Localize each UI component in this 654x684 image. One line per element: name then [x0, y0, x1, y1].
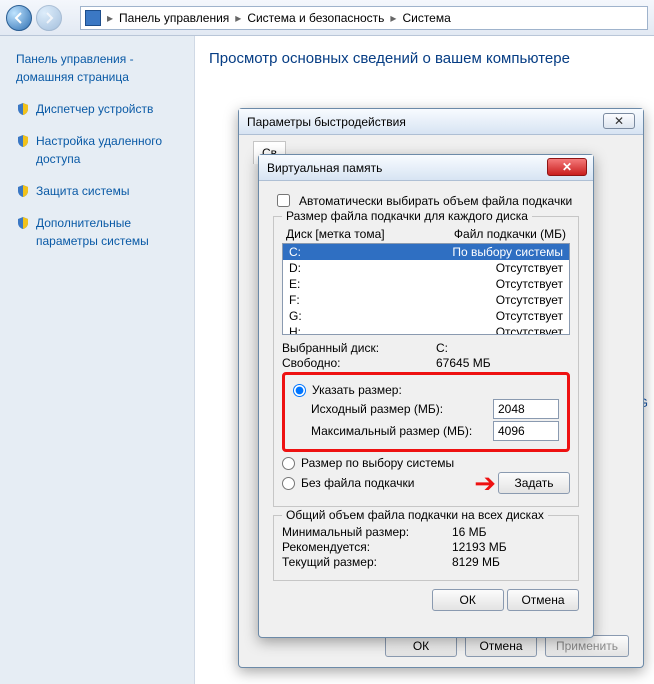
breadcrumb-2[interactable]: Система: [402, 11, 450, 25]
cancel-button[interactable]: Отмена: [507, 589, 579, 611]
sidebar: Панель управления - домашняя страница Ди…: [0, 36, 194, 684]
apply-button[interactable]: Применить: [545, 635, 629, 657]
system-managed-radio[interactable]: [282, 457, 295, 470]
shield-icon: [16, 102, 30, 116]
total-group: Общий объем файла подкачки на всех диска…: [273, 515, 579, 581]
free-space-value: 67645 МБ: [436, 356, 491, 370]
shield-icon: [16, 216, 30, 230]
min-size-label: Минимальный размер:: [282, 525, 442, 539]
set-button[interactable]: Задать: [498, 472, 570, 494]
selected-drive-label: Выбранный диск:: [282, 341, 422, 355]
auto-manage-label: Автоматически выбирать объем файла подка…: [299, 194, 572, 208]
dialog-titlebar[interactable]: Параметры быстродействия ✕: [239, 109, 643, 135]
highlighted-custom-size-area: Указать размер: Исходный размер (МБ): Ма…: [282, 372, 570, 452]
dialog-title: Параметры быстродействия: [247, 115, 406, 129]
max-size-input[interactable]: [493, 421, 559, 441]
chevron-right-icon: ▸: [235, 11, 241, 25]
control-panel-icon: [85, 10, 101, 26]
page-title: Просмотр основных сведений о вашем компь…: [209, 50, 642, 67]
close-icon[interactable]: ✕: [603, 113, 635, 129]
sidebar-item[interactable]: Диспетчер устройств: [16, 100, 184, 126]
virtual-memory-dialog: Виртуальная память ✕ Автоматически выбир…: [258, 154, 594, 638]
disk-list-row[interactable]: C:По выбору системы: [283, 244, 569, 260]
free-space-label: Свободно:: [282, 356, 422, 370]
disk-list-header-right: Файл подкачки (МБ): [454, 227, 566, 241]
back-button[interactable]: [6, 5, 32, 31]
disk-list-row[interactable]: E:Отсутствует: [283, 276, 569, 292]
ok-button[interactable]: ОК: [385, 635, 457, 657]
initial-size-label: Исходный размер (МБ):: [311, 402, 443, 416]
custom-size-radio[interactable]: [293, 384, 306, 397]
auto-manage-checkbox[interactable]: Автоматически выбирать объем файла подка…: [273, 191, 579, 210]
chevron-right-icon: ▸: [107, 11, 113, 25]
system-managed-label: Размер по выбору системы: [301, 456, 454, 470]
sidebar-item[interactable]: Настройка удаленного доступа: [16, 132, 184, 176]
disk-list-header-left: Диск [метка тома]: [286, 227, 385, 241]
dialog-title: Виртуальная память: [267, 161, 382, 175]
disk-list-row[interactable]: G:Отсутствует: [283, 308, 569, 324]
sidebar-item-label[interactable]: Диспетчер устройств: [36, 100, 153, 118]
dialog-titlebar[interactable]: Виртуальная память ✕: [259, 155, 593, 181]
sidebar-item-label[interactable]: Настройка удаленного доступа: [36, 132, 184, 168]
sidebar-item-label[interactable]: Защита системы: [36, 182, 129, 200]
per-drive-group: Размер файла подкачки для каждого диска …: [273, 216, 579, 507]
group-legend: Общий объем файла подкачки на всех диска…: [282, 508, 548, 522]
sidebar-home-link[interactable]: Панель управления - домашняя страница: [16, 50, 184, 86]
close-icon[interactable]: ✕: [547, 158, 587, 176]
explorer-navbar: ▸ Панель управления ▸ Система и безопасн…: [0, 0, 654, 36]
forward-button[interactable]: [36, 5, 62, 31]
disk-list-row[interactable]: H:Отсутствует: [283, 324, 569, 335]
custom-size-label: Указать размер:: [312, 383, 402, 397]
disk-list-row[interactable]: F:Отсутствует: [283, 292, 569, 308]
initial-size-input[interactable]: [493, 399, 559, 419]
no-paging-file-radio[interactable]: [282, 477, 295, 490]
group-legend: Размер файла подкачки для каждого диска: [282, 209, 532, 223]
shield-icon: [16, 134, 30, 148]
sidebar-item[interactable]: Защита системы: [16, 182, 184, 208]
current-size-value: 8129 МБ: [452, 555, 500, 569]
address-bar[interactable]: ▸ Панель управления ▸ Система и безопасн…: [80, 6, 648, 30]
disk-list[interactable]: C:По выбору системыD:ОтсутствуетE:Отсутс…: [282, 243, 570, 335]
cancel-button[interactable]: Отмена: [465, 635, 537, 657]
breadcrumb-0[interactable]: Панель управления: [119, 11, 229, 25]
shield-icon: [16, 184, 30, 198]
disk-list-header: Диск [метка тома] Файл подкачки (МБ): [282, 225, 570, 243]
max-size-label: Максимальный размер (МБ):: [311, 424, 472, 438]
recommended-label: Рекомендуется:: [282, 540, 442, 554]
current-size-label: Текущий размер:: [282, 555, 442, 569]
chevron-right-icon: ▸: [390, 11, 396, 25]
disk-list-row[interactable]: D:Отсутствует: [283, 260, 569, 276]
sidebar-item-label[interactable]: Дополнительные параметры системы: [36, 214, 184, 250]
min-size-value: 16 МБ: [452, 525, 487, 539]
sidebar-item[interactable]: Дополнительные параметры системы: [16, 214, 184, 258]
ok-button[interactable]: ОК: [432, 589, 504, 611]
selected-drive-value: C:: [436, 341, 448, 355]
breadcrumb-1[interactable]: Система и безопасность: [247, 11, 384, 25]
recommended-value: 12193 МБ: [452, 540, 507, 554]
auto-manage-checkbox-input[interactable]: [277, 194, 290, 207]
no-paging-file-label: Без файла подкачки: [301, 476, 414, 490]
